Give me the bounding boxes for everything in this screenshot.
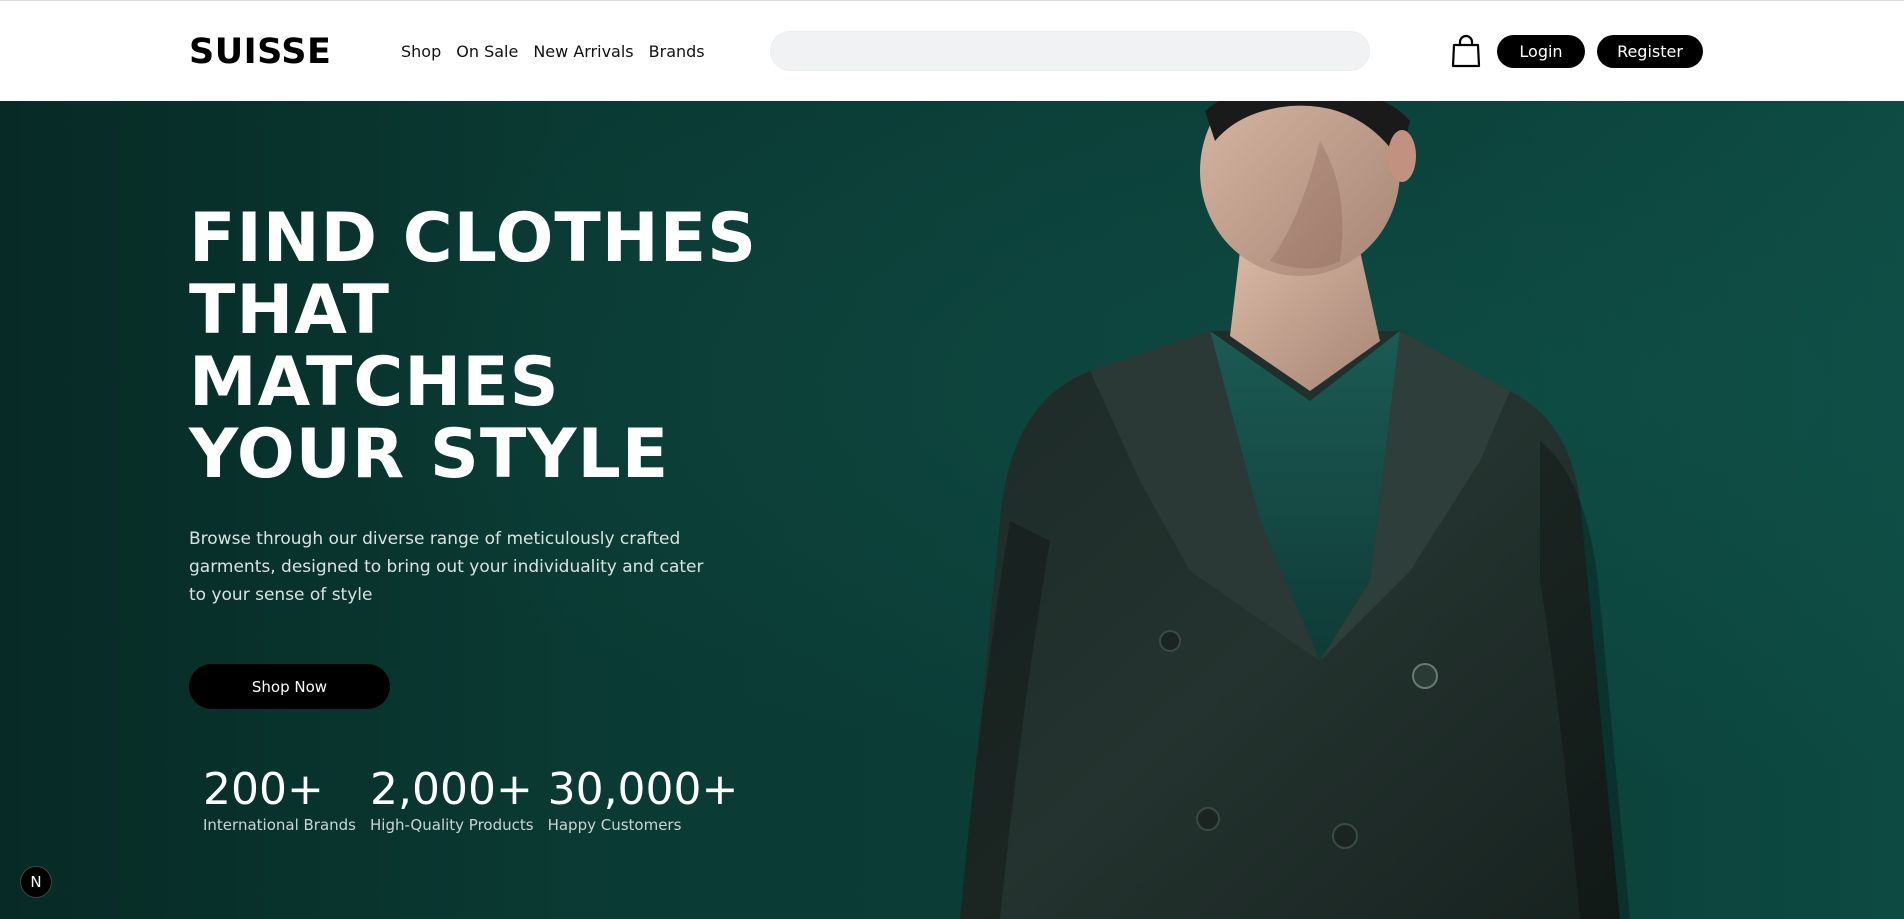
stat-brands: 200+ International Brands <box>203 765 356 835</box>
nav-link-brands[interactable]: Brands <box>649 41 705 63</box>
site-header: SUISSE Shop On Sale New Arrivals Brands … <box>0 1 1904 101</box>
stat-label: High-Quality Products <box>370 816 534 834</box>
hero-subtext: Browse through our diverse range of meti… <box>189 529 704 605</box>
headline-line: FIND CLOTHES <box>189 199 758 278</box>
shopping-bag-icon[interactable] <box>1450 33 1482 69</box>
stat-products: 2,000+ High-Quality Products <box>370 765 534 835</box>
hero-model-image <box>960 101 1630 919</box>
stat-label: International Brands <box>203 816 356 834</box>
login-button[interactable]: Login <box>1497 35 1585 68</box>
stats-row: 200+ International Brands 2,000+ High-Qu… <box>203 765 738 835</box>
register-button[interactable]: Register <box>1597 35 1703 68</box>
headline-line: MATCHES <box>189 343 560 422</box>
dev-tools-badge[interactable]: N <box>20 866 52 898</box>
stat-value: 200+ <box>203 764 324 815</box>
nav-link-new-arrivals[interactable]: New Arrivals <box>533 41 633 63</box>
hero-headline: FIND CLOTHES THAT MATCHES YOUR STYLE <box>189 203 757 491</box>
search-bar[interactable] <box>770 31 1370 71</box>
nav-link-shop[interactable]: Shop <box>401 41 441 63</box>
stat-value: 30,000+ <box>547 764 739 815</box>
headline-line: YOUR STYLE <box>189 415 670 494</box>
shop-now-button[interactable]: Shop Now <box>189 664 390 709</box>
headline-line: THAT <box>189 271 391 350</box>
stat-value: 2,000+ <box>370 764 533 815</box>
stat-label: Happy Customers <box>547 816 682 834</box>
hero-section: FIND CLOTHES THAT MATCHES YOUR STYLE Bro… <box>0 101 1904 919</box>
stat-customers: 30,000+ Happy Customers <box>548 765 739 835</box>
nav-link-on-sale[interactable]: On Sale <box>456 41 518 63</box>
logo[interactable]: SUISSE <box>189 31 331 73</box>
search-input[interactable] <box>771 32 1369 70</box>
main-nav: Shop On Sale New Arrivals Brands <box>401 41 705 63</box>
